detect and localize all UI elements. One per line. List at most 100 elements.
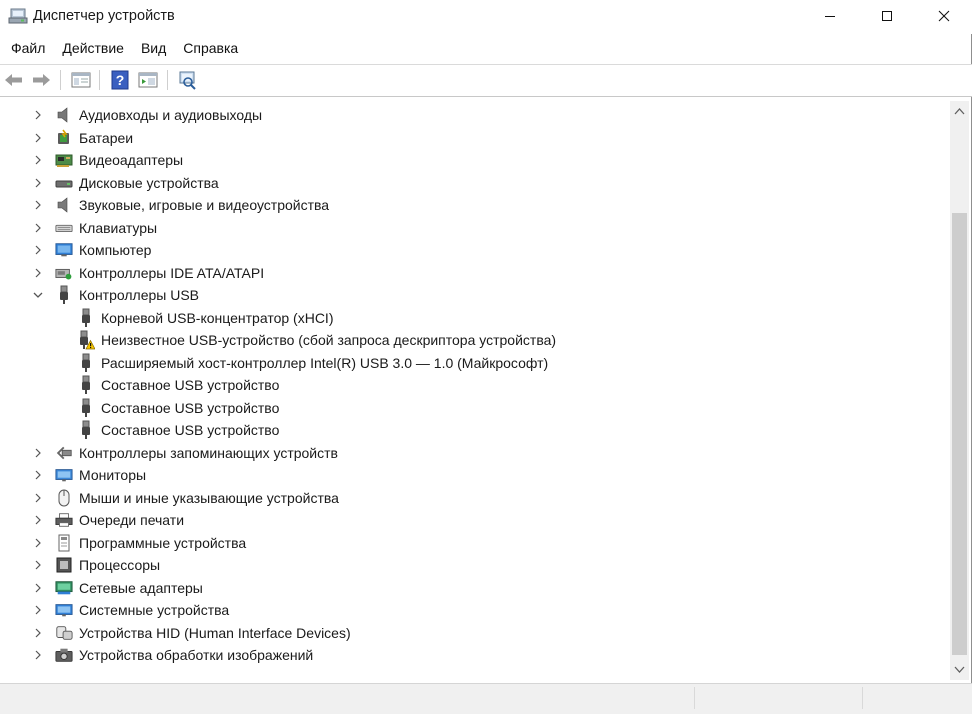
tree-category[interactable]: Системные устройства [31, 599, 229, 621]
usb-icon [77, 420, 95, 439]
tree-category[interactable]: Программные устройства [31, 532, 246, 554]
camera-icon [55, 646, 73, 664]
tree-device-warning[interactable]: Неизвестное USB-устройство (сбой запроса… [77, 329, 556, 351]
sound-device-icon [55, 196, 73, 214]
toolbar: ? [0, 64, 972, 97]
tree-device[interactable]: Расширяемый хост-контроллер Intel(R) USB… [77, 352, 548, 374]
chevron-right-icon[interactable] [31, 266, 45, 280]
tree-category[interactable]: Видеоадаптеры [31, 149, 183, 171]
computer-icon [55, 241, 73, 259]
hid-icon [55, 624, 73, 642]
menu-view[interactable]: Вид [132, 37, 174, 61]
title-bar: Диспетчер устройств [0, 0, 972, 34]
chevron-right-icon[interactable] [31, 468, 45, 482]
tree-item-label: Контроллеры запоминающих устройств [79, 444, 338, 461]
tree-device[interactable]: Корневой USB-концентратор (xHCI) [77, 307, 333, 329]
chevron-right-icon[interactable] [31, 603, 45, 617]
tree-category[interactable]: Дисковые устройства [31, 172, 219, 194]
tree-category[interactable]: Процессоры [31, 554, 160, 576]
tree-item-label: Процессоры [79, 557, 161, 573]
tree-category[interactable]: Клавиатуры [31, 217, 157, 239]
tree-item-label: Расширяемый хост-контроллер Intel(R) USB… [101, 354, 549, 371]
chevron-right-icon[interactable] [31, 581, 45, 595]
chevron-right-icon[interactable] [31, 558, 45, 572]
minimize-button[interactable] [801, 0, 858, 32]
properties-icon[interactable] [137, 69, 159, 91]
scan-hardware-icon[interactable] [176, 69, 198, 91]
printer-icon [55, 511, 73, 529]
disk-drive-icon [55, 174, 73, 192]
tree-device[interactable]: Составное USB устройство [77, 397, 279, 419]
show-hide-console-tree-icon[interactable] [70, 69, 92, 91]
menu-action[interactable]: Действие [53, 37, 132, 61]
chevron-right-icon[interactable] [31, 108, 45, 122]
speaker-icon [55, 106, 73, 124]
tree-item-label: Составное USB устройство [101, 399, 280, 416]
tree-item-label: Контроллеры IDE ATA/ATAPI [79, 264, 265, 281]
chevron-right-icon[interactable] [31, 446, 45, 460]
tree-category[interactable]: Мыши и иные указывающие устройства [31, 487, 339, 509]
vertical-scrollbar[interactable] [950, 101, 969, 680]
tree-category[interactable]: Контроллеры IDE ATA/ATAPI [31, 262, 264, 284]
tree-item-label: Корневой USB-концентратор (xHCI) [101, 309, 334, 326]
chevron-right-icon[interactable] [31, 626, 45, 640]
keyboard-icon [55, 219, 73, 237]
help-icon[interactable]: ? [109, 69, 131, 91]
chevron-right-icon[interactable] [31, 153, 45, 167]
network-adapter-icon [55, 579, 73, 597]
tree-category[interactable]: Звуковые, игровые и видеоустройства [31, 194, 329, 216]
tree-item-label: Дисковые устройства [79, 174, 219, 191]
back-arrow-icon[interactable] [3, 69, 25, 91]
chevron-right-icon[interactable] [31, 221, 45, 235]
maximize-button[interactable] [858, 0, 915, 32]
tree-item-label: Устройства HID (Human Interface Devices) [79, 624, 351, 641]
status-segment [862, 687, 863, 709]
close-button[interactable] [915, 0, 972, 32]
chevron-right-icon[interactable] [31, 131, 45, 145]
usb-icon [55, 285, 73, 304]
device-tree: Аудиовходы и аудиовыходы Батареи Видеоадап… [0, 101, 950, 680]
svg-text:?: ? [116, 72, 125, 88]
tree-category[interactable]: Аудиовходы и аудиовыходы [31, 104, 262, 126]
usb-icon [77, 308, 95, 327]
tree-item-label: Программные устройства [79, 534, 247, 551]
tree-item-label: Аудиовходы и аудиовыходы [79, 107, 263, 123]
device-manager-icon[interactable] [8, 7, 28, 25]
chevron-right-icon[interactable] [31, 536, 45, 550]
tree-category[interactable]: Очереди печати [31, 509, 184, 531]
tree-device[interactable]: Составное USB устройство [77, 419, 279, 441]
device-manager-window: Диспетчер устройств Файл Действие Вид Сп… [0, 0, 972, 714]
tree-item-label: Составное USB устройство [101, 422, 280, 438]
menu-file[interactable]: Файл [0, 37, 53, 61]
tree-item-label: Мониторы [79, 467, 147, 483]
scrollbar-thumb[interactable] [952, 213, 967, 655]
tree-category[interactable]: Контроллеры запоминающих устройств [31, 442, 338, 464]
scroll-down-arrow-icon[interactable] [954, 664, 965, 675]
tree-category[interactable]: Устройства HID (Human Interface Devices) [31, 622, 351, 644]
tree-item-label: Видеоадаптеры [79, 152, 184, 168]
chevron-right-icon[interactable] [31, 243, 45, 257]
tree-item-label: Батареи [79, 129, 134, 146]
tree-device[interactable]: Составное USB устройство [77, 374, 279, 396]
tree-category[interactable]: Сетевые адаптеры [31, 577, 203, 599]
chevron-down-icon[interactable] [31, 288, 45, 302]
tree-category[interactable]: Контроллеры USB [31, 284, 199, 306]
monitor-icon [55, 466, 73, 484]
chevron-right-icon[interactable] [31, 648, 45, 662]
chevron-right-icon[interactable] [31, 491, 45, 505]
chevron-right-icon[interactable] [31, 198, 45, 212]
scroll-up-arrow-icon[interactable] [954, 106, 965, 117]
forward-arrow-icon[interactable] [30, 69, 52, 91]
menu-help[interactable]: Справка [174, 37, 246, 61]
toolbar-separator [60, 70, 61, 90]
tree-category[interactable]: Компьютер [31, 239, 151, 261]
chevron-right-icon[interactable] [31, 513, 45, 527]
tree-category[interactable]: Устройства обработки изображений [31, 644, 313, 666]
usb-icon [77, 398, 95, 417]
tree-category[interactable]: Мониторы [31, 464, 146, 486]
tree-item-label: Устройства обработки изображений [79, 647, 314, 663]
tree-category[interactable]: Батареи [31, 127, 133, 149]
tree-item-label: Сетевые адаптеры [79, 579, 203, 596]
tree-item-label: Очереди печати [79, 512, 185, 528]
chevron-right-icon[interactable] [31, 176, 45, 190]
